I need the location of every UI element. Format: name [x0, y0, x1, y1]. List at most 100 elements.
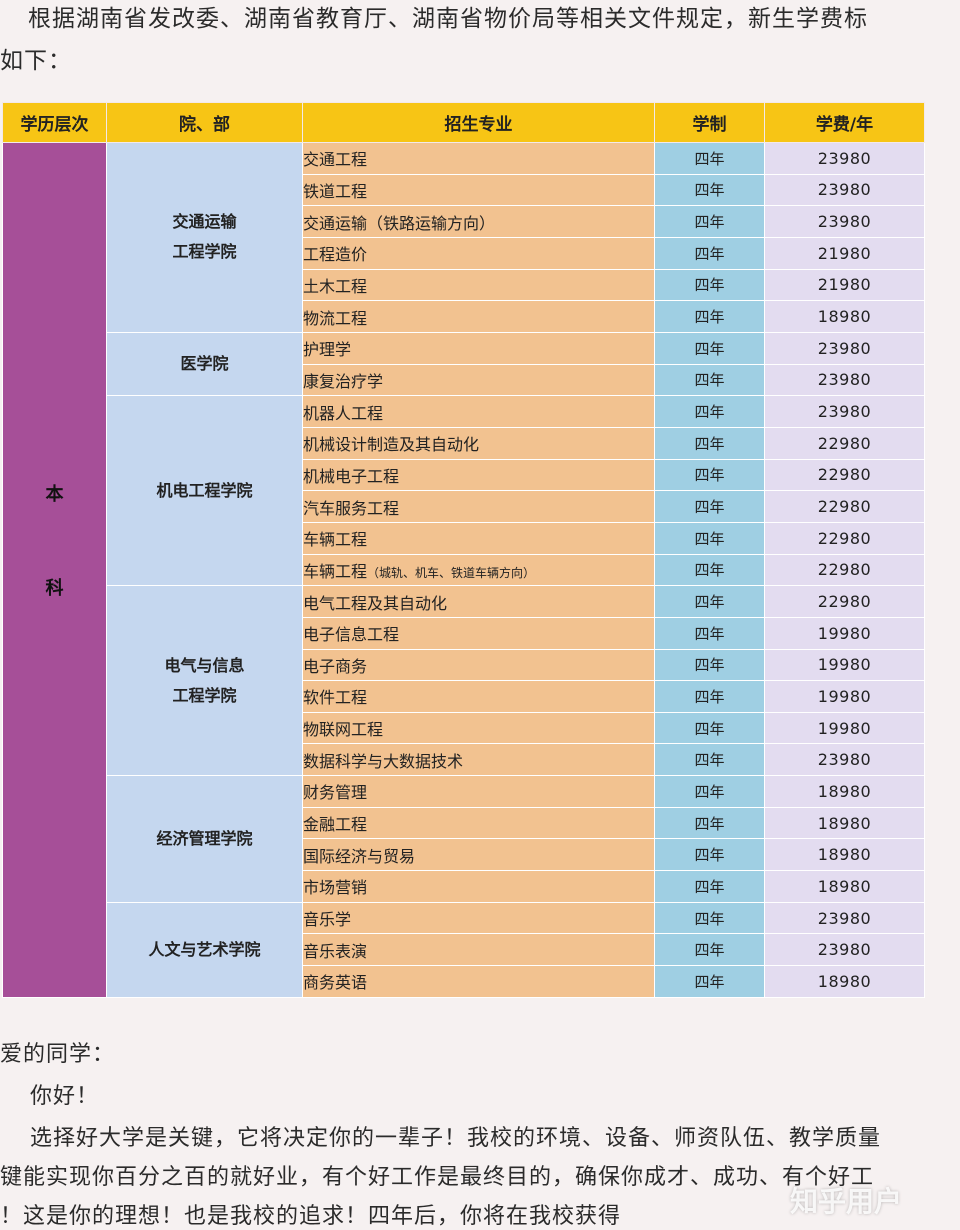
duration-cell: 四年 [654, 490, 765, 523]
fee-cell: 18980 [764, 775, 925, 808]
major-name: 音乐表演 [303, 941, 368, 961]
fee-cell: 23980 [764, 901, 925, 935]
letter-paragraph-1: 选择好大学是关键，它将决定你的一辈子！我校的环境、设备、师资队伍、教学质量 [30, 1126, 882, 1151]
major-name: 国际经济与贸易 [303, 846, 416, 866]
fee-cell: 22980 [764, 521, 925, 555]
duration-cell: 四年 [654, 458, 765, 492]
department-cell: 电气与信息 工程学院 [106, 585, 303, 777]
duration-cell: 四年 [654, 395, 765, 428]
major-name: 交通工程 [303, 150, 368, 170]
header-fee: 学费/年 [764, 102, 925, 143]
major-cell: 汽车服务工程 [302, 490, 655, 523]
major-cell: 工程造价 [302, 236, 655, 270]
major-cell: 交通工程 [302, 142, 655, 175]
department-name-line: 医学院 [180, 354, 229, 374]
major-cell: 铁道工程 [302, 173, 655, 207]
duration-cell: 四年 [654, 901, 765, 935]
major-cell: 车辆工程 [302, 521, 655, 555]
department-name-line: 经济管理学院 [156, 828, 253, 848]
major-cell: 土木工程 [302, 268, 655, 302]
duration-cell: 四年 [654, 553, 765, 587]
intro-line-2: 如下： [0, 48, 72, 74]
fee-cell: 23980 [764, 173, 925, 207]
department-cell: 机电工程学院 [106, 395, 303, 587]
major-cell: 电气工程及其自动化 [302, 585, 655, 618]
duration-cell: 四年 [654, 711, 765, 745]
fee-cell: 22980 [764, 553, 925, 587]
tuition-table: 学历层次 院、部 招生专业 学制 学费/年 本科交通运输 工程学院 交通工程 四年 23… [2, 102, 925, 998]
major-name: 金融工程 [303, 815, 368, 835]
major-cell: 金融工程 [302, 806, 655, 840]
table-row: 经济管理学院 财务管理 四年 18980 [3, 775, 925, 903]
department-cell: 医学院 [106, 331, 303, 397]
major-name: 铁道工程 [303, 181, 368, 201]
major-name: 汽车服务工程 [303, 498, 400, 518]
fee-cell: 19980 [764, 616, 925, 650]
header-department: 院、部 [106, 102, 303, 143]
letter-paragraph-2: 键能实现你百分之百的就好业，有个好工作是最终目的，确保你成才、成功、有个好工 [0, 1165, 875, 1190]
duration-cell: 四年 [654, 268, 765, 302]
fee-cell: 23980 [764, 363, 925, 397]
department-name-line: 工程学院 [172, 685, 237, 705]
level-char: 科 [45, 577, 64, 599]
fee-cell: 18980 [764, 965, 925, 998]
major-cell: 数据科学与大数据技术 [302, 743, 655, 777]
major-name: 商务英语 [303, 973, 368, 993]
major-name: 电子商务 [303, 656, 368, 676]
department-cell: 经济管理学院 [106, 775, 303, 903]
duration-cell: 四年 [654, 300, 765, 333]
major-name: 物联网工程 [303, 720, 384, 740]
letter-greeting: 爱的同学： [0, 1042, 116, 1067]
department-name-line: 交通运输 [172, 212, 237, 232]
major-name: 数据科学与大数据技术 [303, 751, 464, 771]
major-cell: 商务英语 [302, 965, 655, 998]
watermark: 知乎用户 [790, 1185, 903, 1218]
major-name: 交通运输（铁路运输方向） [303, 213, 496, 233]
table-row: 电气与信息 工程学院 电气工程及其自动化 四年 22980 [3, 585, 925, 777]
duration-cell: 四年 [654, 173, 765, 207]
duration-cell: 四年 [654, 680, 765, 713]
fee-cell: 18980 [764, 806, 925, 840]
table-body: 本科交通运输 工程学院 交通工程 四年 23980 铁道工程 四年 23980 交通运输（铁路运… [2, 142, 925, 998]
table-row: 机电工程学院 机器人工程 四年 23980 [3, 395, 925, 587]
major-cell: 机器人工程 [302, 395, 655, 428]
fee-cell: 22980 [764, 458, 925, 492]
fee-cell: 19980 [764, 680, 925, 713]
major-cell: 音乐表演 [302, 933, 655, 967]
level-char: 本 [45, 483, 64, 505]
fee-cell: 23980 [764, 933, 925, 967]
fee-cell: 19980 [764, 648, 925, 682]
fee-cell: 23980 [764, 743, 925, 777]
major-name: 软件工程 [303, 688, 368, 708]
major-name: 护理学 [303, 340, 352, 360]
duration-cell: 四年 [654, 838, 765, 872]
duration-cell: 四年 [654, 363, 765, 397]
letter-paragraph-3: ！这是你的理想！也是我校的追求！四年后，你将在我校获得 [0, 1204, 622, 1229]
fee-cell: 18980 [764, 300, 925, 333]
fee-cell: 18980 [764, 838, 925, 872]
major-name: 车辆工程 [303, 530, 368, 550]
major-cell: 车辆工程（城轨、机车、铁道车辆方向） [302, 553, 655, 587]
table-row: 医学院 护理学四年 23980 [3, 331, 925, 397]
major-cell: 电子信息工程 [302, 616, 655, 650]
fee-cell: 18980 [764, 870, 925, 903]
duration-cell: 四年 [654, 965, 765, 998]
major-name: 工程造价 [303, 245, 368, 265]
department-name-line: 机电工程学院 [156, 480, 253, 500]
fee-cell: 23980 [764, 331, 925, 365]
letter-hello: 你好！ [30, 1084, 100, 1109]
major-cell: 机械电子工程 [302, 458, 655, 492]
duration-cell: 四年 [654, 616, 765, 650]
major-name: 音乐学 [303, 910, 352, 930]
major-name: 机械电子工程 [303, 466, 400, 486]
duration-cell: 四年 [654, 648, 765, 682]
fee-cell: 21980 [764, 236, 925, 270]
major-cell: 物流工程 [302, 300, 655, 333]
major-name: 财务管理 [303, 783, 368, 803]
major-name: 市场营销 [303, 878, 368, 898]
fee-cell: 19980 [764, 711, 925, 745]
duration-cell: 四年 [654, 775, 765, 808]
duration-cell: 四年 [654, 806, 765, 840]
major-name: 电子信息工程 [303, 625, 400, 645]
major-cell: 机械设计制造及其自动化 [302, 426, 655, 460]
